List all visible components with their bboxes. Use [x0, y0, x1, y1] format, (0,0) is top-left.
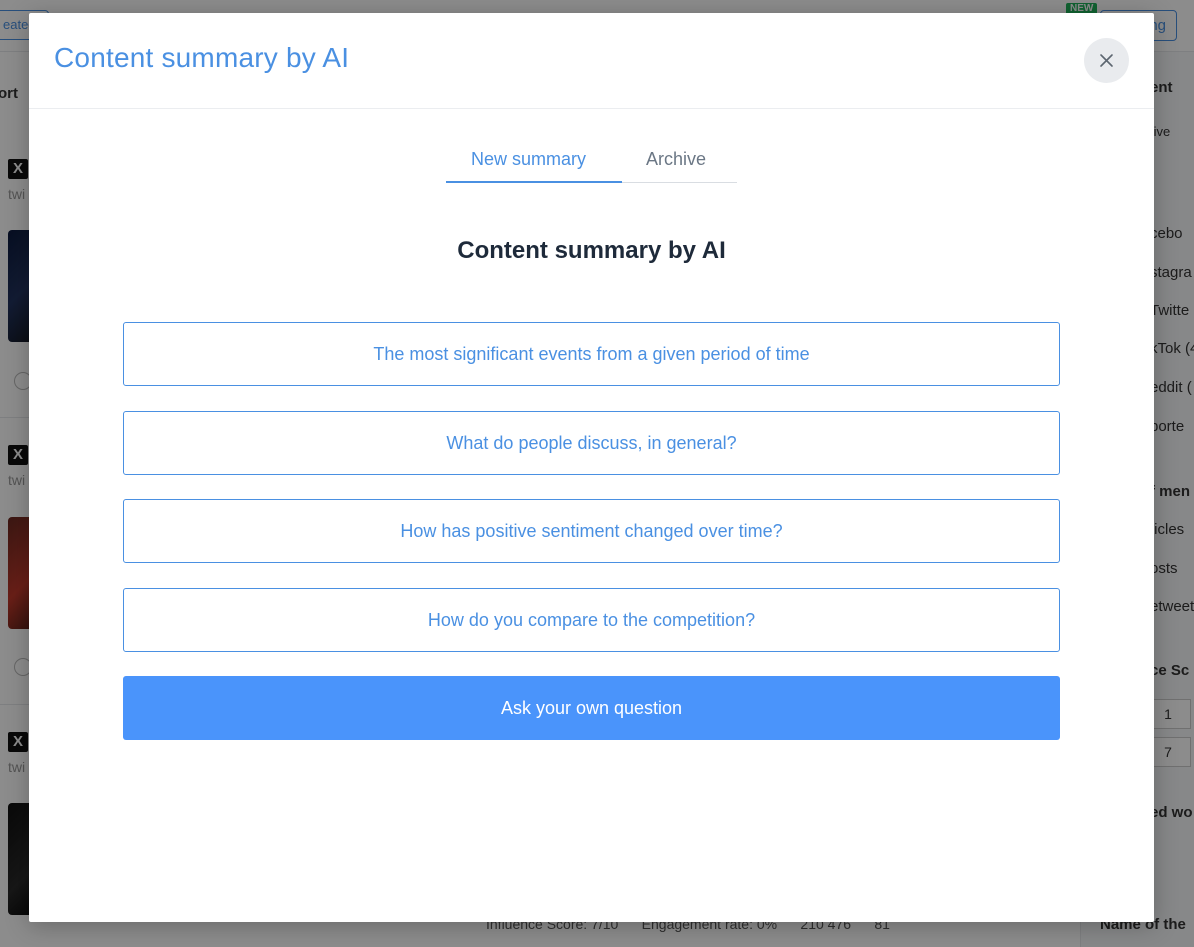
option-general-discussion-button[interactable]: What do people discuss, in general?: [123, 411, 1060, 475]
option-competition-button[interactable]: How do you compare to the competition?: [123, 588, 1060, 652]
summary-tabs: New summary Archive: [446, 143, 737, 183]
close-icon: [1100, 54, 1113, 67]
close-button[interactable]: [1084, 38, 1129, 83]
active-tab-indicator: [446, 181, 622, 183]
tab-archive[interactable]: Archive: [646, 149, 706, 170]
option-positive-sentiment-button[interactable]: How has positive sentiment changed over …: [123, 499, 1060, 563]
ask-own-question-button[interactable]: Ask your own question: [123, 676, 1060, 740]
tab-new-summary[interactable]: New summary: [471, 149, 586, 170]
section-title: Content summary by AI: [457, 237, 726, 264]
option-significant-events-button[interactable]: The most significant events from a given…: [123, 322, 1060, 386]
modal-title: Content summary by AI: [54, 42, 350, 73]
ai-summary-modal: Content summary by AI New summary Archiv…: [29, 13, 1154, 922]
modal-header: Content summary by AI: [29, 13, 1154, 109]
